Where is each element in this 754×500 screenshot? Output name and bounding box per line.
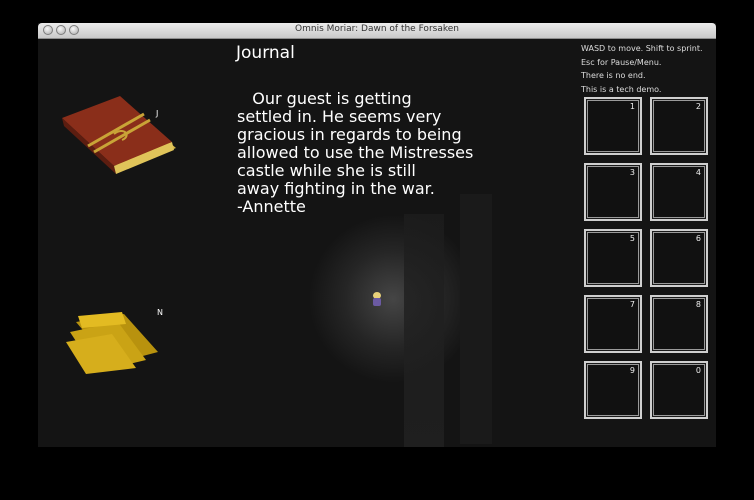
slot-number: 8 bbox=[695, 300, 701, 309]
journal-line: gracious in regards to being bbox=[237, 125, 462, 144]
notes-hotkey-label: N bbox=[157, 308, 163, 317]
slot-number: 2 bbox=[695, 102, 701, 111]
slot-number: 6 bbox=[695, 234, 701, 243]
inventory-slot-8[interactable]: 8 bbox=[650, 295, 708, 353]
inventory-slot-6[interactable]: 6 bbox=[650, 229, 708, 287]
inventory-slot-0[interactable]: 0 bbox=[650, 361, 708, 419]
notes-papers-icon[interactable] bbox=[66, 312, 162, 374]
journal-line: away fighting in the war. bbox=[237, 179, 435, 198]
inventory-slot-2[interactable]: 2 bbox=[650, 97, 708, 155]
journal-line: settled in. He seems very bbox=[237, 107, 442, 126]
journal-book-icon[interactable] bbox=[54, 96, 180, 192]
slot-number: 5 bbox=[629, 234, 635, 243]
journal-line: castle while she is still bbox=[237, 161, 416, 180]
help-line: Esc for Pause/Menu. bbox=[581, 57, 662, 67]
journal-entry: Our guest is getting settled in. He seem… bbox=[237, 90, 537, 216]
journal-line: -Annette bbox=[237, 197, 306, 216]
inventory-slot-4[interactable]: 4 bbox=[650, 163, 708, 221]
game-window: Omnis Moriar: Dawn of the Forsaken J N J… bbox=[38, 23, 716, 447]
inventory-slot-3[interactable]: 3 bbox=[584, 163, 642, 221]
journal-hotkey-label: J bbox=[156, 109, 159, 118]
inventory-slot-1[interactable]: 1 bbox=[584, 97, 642, 155]
journal-line: allowed to use the Mistresses bbox=[237, 143, 474, 162]
title-bar: Omnis Moriar: Dawn of the Forsaken bbox=[38, 23, 716, 39]
controls-help: WASD to move. Shift to sprint. Esc for P… bbox=[581, 42, 703, 96]
help-line: There is no end. bbox=[581, 71, 646, 80]
corridor-floor bbox=[404, 214, 444, 447]
window-title: Omnis Moriar: Dawn of the Forsaken bbox=[295, 24, 459, 34]
slot-number: 0 bbox=[695, 366, 701, 375]
inventory-slot-5[interactable]: 5 bbox=[584, 229, 642, 287]
journal-line: Our guest is getting bbox=[237, 89, 412, 108]
journal-heading: Journal bbox=[236, 43, 295, 63]
slot-number: 4 bbox=[695, 168, 701, 177]
inventory-slot-9[interactable]: 9 bbox=[584, 361, 642, 419]
castle-wall bbox=[460, 194, 492, 444]
slot-number: 1 bbox=[629, 102, 635, 111]
inventory-slot-7[interactable]: 7 bbox=[584, 295, 642, 353]
slot-number: 7 bbox=[629, 300, 635, 309]
light-glow bbox=[308, 214, 478, 384]
slot-number: 9 bbox=[629, 366, 635, 375]
slot-number: 3 bbox=[629, 168, 635, 177]
player-character bbox=[372, 292, 382, 308]
help-line: This is a tech demo. bbox=[581, 84, 662, 94]
help-line: WASD to move. Shift to sprint. bbox=[581, 44, 703, 53]
